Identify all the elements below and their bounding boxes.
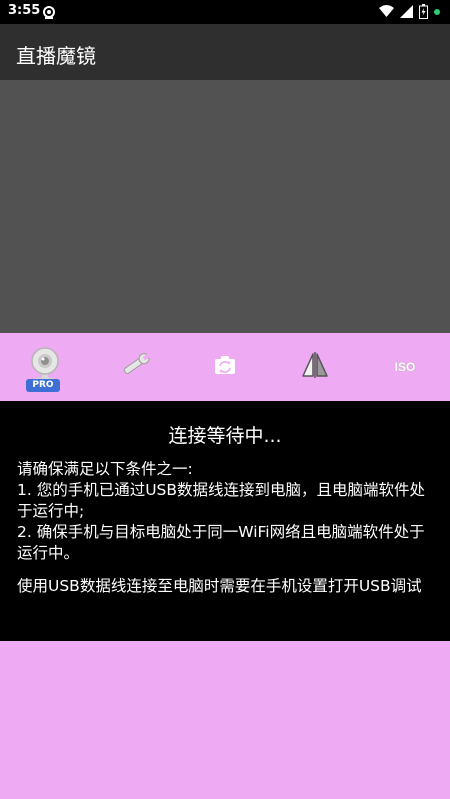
iso-icon: ISO — [394, 360, 416, 374]
webcam-tool[interactable]: PRO — [0, 333, 90, 401]
app-bar: 直播魔镜 — [0, 24, 450, 80]
instructions: 请确保满足以下条件之一: 1. 您的手机已通过USB数据线连接到电脑，且电脑端软… — [17, 459, 437, 597]
condition-2: 2. 确保手机与目标电脑处于同一WiFi网络且电脑端软件处于运行中。 — [17, 523, 425, 562]
camera-switch-icon — [214, 355, 236, 379]
dot-icon — [434, 8, 440, 15]
switch-camera-tool[interactable] — [180, 333, 270, 401]
usb-debug-note: 使用USB数据线连接至电脑时需要在手机设置打开USB调试 — [17, 577, 422, 595]
wifi-icon — [379, 5, 394, 18]
instructions-intro: 请确保满足以下条件之一: — [17, 460, 193, 478]
wrench-icon — [119, 351, 151, 383]
settings-tool[interactable] — [90, 333, 180, 401]
tool-bar: PRO ISO — [0, 333, 450, 401]
app-title: 直播魔镜 — [16, 44, 96, 68]
status-bar: 3:55 — [0, 0, 450, 24]
connection-panel: 连接等待中... 请确保满足以下条件之一: 1. 您的手机已通过USB数据线连接… — [0, 401, 450, 641]
pro-badge: PRO — [26, 379, 60, 392]
status-time: 3:55 — [8, 3, 41, 18]
camera-preview[interactable] — [0, 80, 450, 333]
status-icons — [379, 4, 440, 19]
notification-icon — [42, 5, 56, 19]
mirror-flip-icon — [301, 351, 329, 383]
battery-icon — [419, 4, 428, 19]
mirror-tool[interactable] — [270, 333, 360, 401]
condition-1: 1. 您的手机已通过USB数据线连接到电脑，且电脑端软件处于运行中; — [17, 481, 426, 520]
signal-icon — [400, 5, 413, 18]
iso-tool[interactable]: ISO — [360, 333, 450, 401]
connection-status: 连接等待中... — [168, 425, 282, 447]
